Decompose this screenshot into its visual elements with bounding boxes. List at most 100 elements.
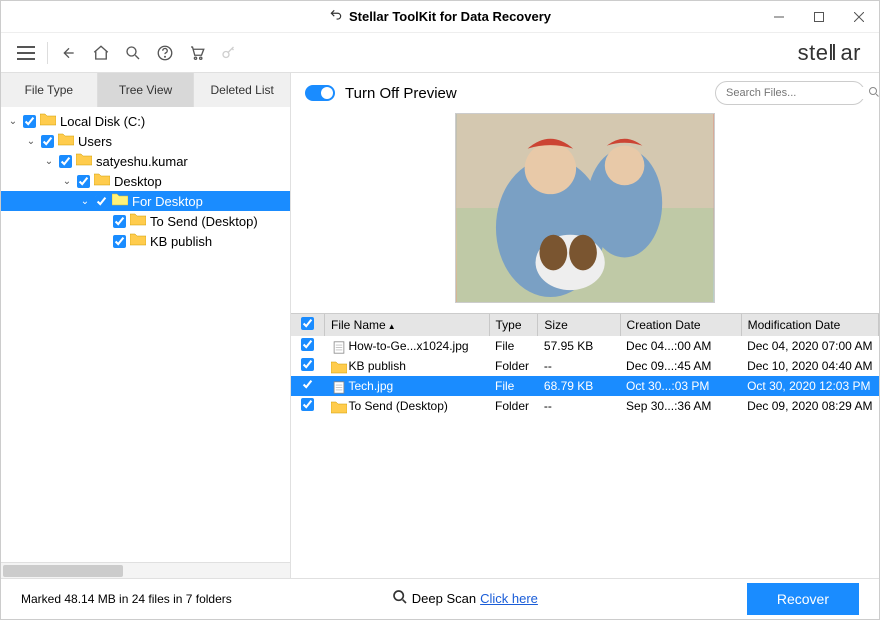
tree-row[interactable]: ⌄ For Desktop (1, 191, 290, 211)
search-input[interactable] (726, 87, 868, 99)
menu-icon[interactable] (11, 38, 41, 68)
search-icon[interactable] (868, 86, 880, 101)
file-size: -- (538, 356, 620, 376)
back-icon[interactable] (54, 38, 84, 68)
file-table-wrap: File Name▲ Type Size Creation Date Modif… (291, 313, 879, 578)
left-panel: File Type Tree View Deleted List ⌄ Local … (1, 73, 291, 578)
sort-asc-icon: ▲ (388, 322, 396, 331)
file-name: KB publish (349, 359, 406, 373)
expand-toggle-icon[interactable]: ⌄ (61, 176, 73, 187)
table-row[interactable]: To Send (Desktop)Folder--Sep 30...:36 AM… (291, 396, 879, 416)
expand-toggle-icon[interactable]: ⌄ (7, 116, 19, 127)
folder-tree[interactable]: ⌄Local Disk (C:)⌄Users⌄satyeshu.kumar⌄De… (1, 107, 290, 562)
tree-label: For Desktop (132, 194, 203, 209)
file-size: -- (538, 396, 620, 416)
select-all-checkbox[interactable] (301, 317, 314, 330)
tree-checkbox[interactable] (23, 115, 36, 128)
deep-scan-label: Deep Scan (412, 591, 476, 606)
magnify-icon (392, 589, 408, 608)
file-cdate: Oct 30...:03 PM (620, 376, 741, 396)
column-filename[interactable]: File Name▲ (325, 314, 490, 336)
minimize-button[interactable] (759, 1, 799, 33)
home-icon[interactable] (86, 38, 116, 68)
horizontal-scrollbar[interactable] (1, 562, 290, 578)
file-cdate: Dec 04...:00 AM (620, 336, 741, 356)
folder-icon (130, 213, 150, 229)
help-icon[interactable] (150, 38, 180, 68)
file-type: File (489, 376, 538, 396)
microscope-icon[interactable] (118, 38, 148, 68)
tree-label: Desktop (114, 174, 162, 189)
folder-icon (76, 153, 96, 169)
tree-row[interactable]: ⌄Users (1, 131, 290, 151)
tree-row[interactable]: ⌄ Local Disk (C:) (1, 111, 290, 131)
tab-deleted-list[interactable]: Deleted List (194, 73, 290, 107)
folder-icon (331, 361, 345, 373)
tree-checkbox[interactable] (113, 235, 126, 248)
file-cdate: Sep 30...:36 AM (620, 396, 741, 416)
file-mdate: Oct 30, 2020 12:03 PM (741, 376, 878, 396)
right-panel: Turn Off Preview (291, 73, 879, 578)
table-row[interactable]: Tech.jpg File68.79 KBOct 30...:03 PMOct 3… (291, 376, 879, 396)
tree-label: Local Disk (C:) (60, 114, 145, 129)
file-name: How-to-Ge...x1024.jpg (349, 339, 469, 353)
preview-area (291, 113, 879, 313)
tree-checkbox[interactable] (113, 215, 126, 228)
tree-label: KB publish (150, 234, 212, 249)
row-checkbox[interactable] (301, 338, 314, 351)
tree-row[interactable]: KB publish (1, 231, 290, 251)
expand-toggle-icon[interactable]: ⌄ (25, 136, 37, 147)
cart-icon[interactable] (182, 38, 212, 68)
search-box[interactable] (715, 81, 865, 105)
folder-icon (112, 193, 132, 209)
tab-file-type[interactable]: File Type (1, 73, 98, 107)
file-type: File (489, 336, 538, 356)
row-checkbox[interactable] (301, 378, 314, 391)
file-mdate: Dec 10, 2020 04:40 AM (741, 356, 878, 376)
expand-toggle-icon[interactable]: ⌄ (79, 196, 91, 207)
file-cdate: Dec 09...:45 AM (620, 356, 741, 376)
preview-image (455, 113, 715, 303)
file-icon (331, 341, 345, 353)
scroll-thumb[interactable] (3, 565, 123, 577)
folder-icon (40, 113, 60, 129)
row-checkbox[interactable] (301, 358, 314, 371)
file-size: 57.95 KB (538, 336, 620, 356)
table-row[interactable]: How-to-Ge...x1024.jpg File57.95 KBDec 04.… (291, 336, 879, 356)
tree-checkbox[interactable] (95, 195, 108, 208)
toolbar: stellar (1, 33, 879, 73)
file-size: 68.79 KB (538, 376, 620, 396)
tree-checkbox[interactable] (41, 135, 54, 148)
tree-checkbox[interactable] (77, 175, 90, 188)
preview-toggle[interactable] (305, 85, 335, 101)
column-type[interactable]: Type (489, 314, 538, 336)
tree-checkbox[interactable] (59, 155, 72, 168)
window-title: Stellar ToolKit for Data Recovery (349, 9, 551, 24)
file-name: Tech.jpg (349, 379, 394, 393)
column-creation-date[interactable]: Creation Date (620, 314, 741, 336)
column-modification-date[interactable]: Modification Date (741, 314, 878, 336)
table-row[interactable]: KB publishFolder--Dec 09...:45 AMDec 10,… (291, 356, 879, 376)
key-icon[interactable] (214, 38, 244, 68)
status-text: Marked 48.14 MB in 24 files in 7 folders (21, 592, 232, 606)
file-mdate: Dec 04, 2020 07:00 AM (741, 336, 878, 356)
tree-row[interactable]: To Send (Desktop) (1, 211, 290, 231)
tab-tree-view[interactable]: Tree View (98, 73, 195, 107)
recover-button[interactable]: Recover (747, 583, 859, 615)
column-size[interactable]: Size (538, 314, 620, 336)
file-type: Folder (489, 396, 538, 416)
row-checkbox[interactable] (301, 398, 314, 411)
tree-row[interactable]: ⌄ Desktop (1, 171, 290, 191)
titlebar: Stellar ToolKit for Data Recovery (1, 1, 879, 33)
close-button[interactable] (839, 1, 879, 33)
deep-scan-link[interactable]: Click here (480, 591, 538, 606)
tree-row[interactable]: ⌄ satyeshu.kumar (1, 151, 290, 171)
undo-icon (329, 8, 343, 25)
column-checkbox[interactable] (291, 314, 325, 336)
view-tabs: File Type Tree View Deleted List (1, 73, 290, 107)
folder-icon (130, 233, 150, 249)
tree-label: satyeshu.kumar (96, 154, 188, 169)
tree-label: To Send (Desktop) (150, 214, 258, 229)
maximize-button[interactable] (799, 1, 839, 33)
expand-toggle-icon[interactable]: ⌄ (43, 156, 55, 167)
